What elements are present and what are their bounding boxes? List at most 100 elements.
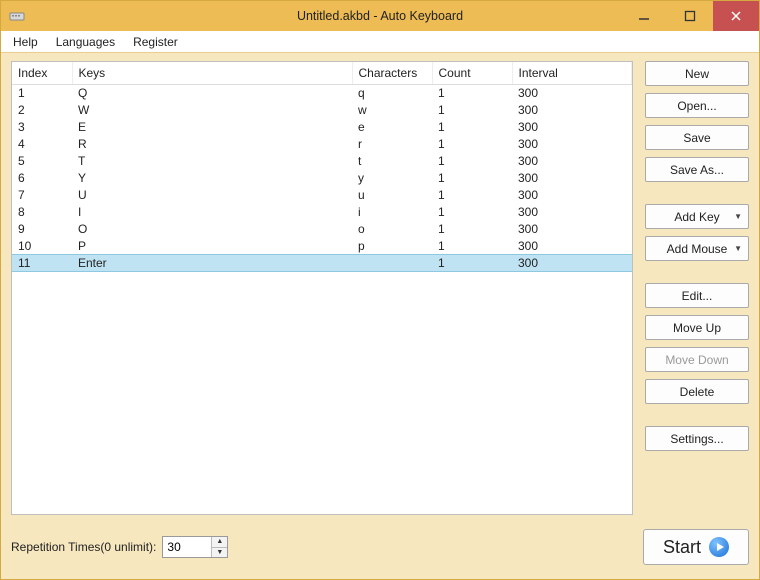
minimize-button[interactable] <box>621 1 667 31</box>
side-buttons: New Open... Save Save As... Add Key ▼ Ad… <box>645 61 749 515</box>
spinner-down-button[interactable]: ▼ <box>212 547 227 558</box>
table-row[interactable]: 2Ww1300 <box>12 102 632 119</box>
cell-interval: 300 <box>512 119 632 136</box>
cell-index: 3 <box>12 119 72 136</box>
cell-index: 11 <box>12 255 72 272</box>
cell-interval: 300 <box>512 136 632 153</box>
repetition-spinner[interactable]: ▲ ▼ <box>162 536 228 558</box>
cell-index: 4 <box>12 136 72 153</box>
cell-keys: Enter <box>72 255 352 272</box>
table-row[interactable]: 5Tt1300 <box>12 153 632 170</box>
cell-keys: T <box>72 153 352 170</box>
cell-chars: q <box>352 85 432 102</box>
menu-help[interactable]: Help <box>5 33 46 51</box>
bottom-row: Repetition Times(0 unlimit): ▲ ▼ Start <box>11 527 749 567</box>
repetition-input[interactable] <box>163 537 211 557</box>
cell-index: 10 <box>12 238 72 255</box>
cell-keys: R <box>72 136 352 153</box>
maximize-button[interactable] <box>667 1 713 31</box>
cell-index: 9 <box>12 221 72 238</box>
cell-index: 6 <box>12 170 72 187</box>
cell-interval: 300 <box>512 238 632 255</box>
table-row[interactable]: 1Qq1300 <box>12 85 632 102</box>
save-as-button[interactable]: Save As... <box>645 157 749 182</box>
cell-count: 1 <box>432 238 512 255</box>
col-header-keys[interactable]: Keys <box>72 62 352 85</box>
cell-chars: y <box>352 170 432 187</box>
app-window: Untitled.akbd - Auto Keyboard Help Langu… <box>0 0 760 580</box>
delete-button[interactable]: Delete <box>645 379 749 404</box>
add-mouse-label: Add Mouse <box>667 242 728 256</box>
cell-chars: o <box>352 221 432 238</box>
cell-chars: u <box>352 187 432 204</box>
table-row[interactable]: 11Enter 1300 <box>12 255 632 272</box>
cell-count: 1 <box>432 170 512 187</box>
menu-register[interactable]: Register <box>125 33 186 51</box>
cell-index: 1 <box>12 85 72 102</box>
settings-button[interactable]: Settings... <box>645 426 749 451</box>
cell-keys: I <box>72 204 352 221</box>
app-icon <box>9 8 25 24</box>
cell-interval: 300 <box>512 153 632 170</box>
cell-keys: E <box>72 119 352 136</box>
cell-index: 2 <box>12 102 72 119</box>
cell-interval: 300 <box>512 187 632 204</box>
cell-count: 1 <box>432 153 512 170</box>
move-up-button[interactable]: Move Up <box>645 315 749 340</box>
cell-count: 1 <box>432 204 512 221</box>
col-header-index[interactable]: Index <box>12 62 72 85</box>
table-row[interactable]: 9Oo1300 <box>12 221 632 238</box>
cell-count: 1 <box>432 221 512 238</box>
table-row[interactable]: 6Yy1300 <box>12 170 632 187</box>
edit-button[interactable]: Edit... <box>645 283 749 308</box>
new-button[interactable]: New <box>645 61 749 86</box>
table-row[interactable]: 10Pp1300 <box>12 238 632 255</box>
menu-languages[interactable]: Languages <box>48 33 123 51</box>
cell-count: 1 <box>432 255 512 272</box>
open-button[interactable]: Open... <box>645 93 749 118</box>
save-button[interactable]: Save <box>645 125 749 150</box>
menubar: Help Languages Register <box>1 31 759 53</box>
titlebar: Untitled.akbd - Auto Keyboard <box>1 1 759 31</box>
table-row[interactable]: 4Rr1300 <box>12 136 632 153</box>
cell-interval: 300 <box>512 221 632 238</box>
window-controls <box>621 1 759 31</box>
cell-chars: r <box>352 136 432 153</box>
cell-count: 1 <box>432 187 512 204</box>
cell-keys: O <box>72 221 352 238</box>
table-row[interactable]: 7Uu1300 <box>12 187 632 204</box>
cell-count: 1 <box>432 119 512 136</box>
cell-keys: Q <box>72 85 352 102</box>
keys-grid[interactable]: Index Keys Characters Count Interval 1Qq… <box>11 61 633 515</box>
move-down-button[interactable]: Move Down <box>645 347 749 372</box>
add-mouse-button[interactable]: Add Mouse ▼ <box>645 236 749 261</box>
cell-interval: 300 <box>512 204 632 221</box>
cell-index: 8 <box>12 204 72 221</box>
cell-chars: e <box>352 119 432 136</box>
chevron-down-icon: ▼ <box>734 244 742 253</box>
table-row[interactable]: 3Ee1300 <box>12 119 632 136</box>
cell-index: 7 <box>12 187 72 204</box>
col-header-count[interactable]: Count <box>432 62 512 85</box>
cell-keys: U <box>72 187 352 204</box>
play-icon <box>709 537 729 557</box>
cell-count: 1 <box>432 136 512 153</box>
col-header-interval[interactable]: Interval <box>512 62 632 85</box>
chevron-down-icon: ▼ <box>734 212 742 221</box>
repetition-label: Repetition Times(0 unlimit): <box>11 540 156 554</box>
cell-interval: 300 <box>512 255 632 272</box>
cell-keys: W <box>72 102 352 119</box>
close-button[interactable] <box>713 1 759 31</box>
spinner-up-button[interactable]: ▲ <box>212 537 227 547</box>
cell-interval: 300 <box>512 102 632 119</box>
cell-chars <box>352 255 432 272</box>
table-row[interactable]: 8Ii1300 <box>12 204 632 221</box>
cell-interval: 300 <box>512 170 632 187</box>
cell-chars: t <box>352 153 432 170</box>
start-label: Start <box>663 537 701 558</box>
cell-count: 1 <box>432 102 512 119</box>
content-area: Index Keys Characters Count Interval 1Qq… <box>1 53 759 579</box>
add-key-button[interactable]: Add Key ▼ <box>645 204 749 229</box>
start-button[interactable]: Start <box>643 529 749 565</box>
col-header-characters[interactable]: Characters <box>352 62 432 85</box>
